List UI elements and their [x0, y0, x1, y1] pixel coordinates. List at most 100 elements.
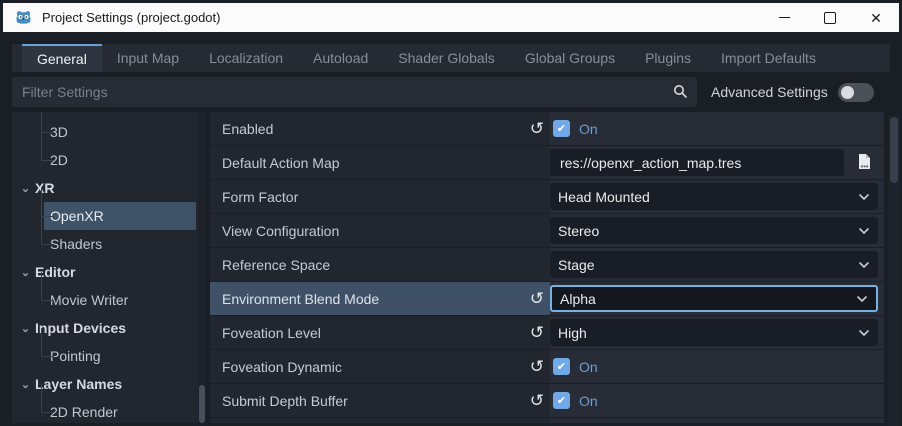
- setting-label-cell[interactable]: Submit Depth Buffer ↺: [210, 384, 550, 417]
- dropdown-reference-space[interactable]: Stage: [550, 251, 878, 278]
- maximize-button[interactable]: [807, 3, 853, 32]
- dropdown-value: Head Mounted: [558, 189, 650, 205]
- chevron-down-icon[interactable]: ⌄: [18, 266, 33, 279]
- sidebar-item-movie-writer[interactable]: Movie Writer: [12, 286, 206, 314]
- revert-icon[interactable]: ↺: [530, 120, 544, 137]
- setting-value-cell: ✔ On: [550, 384, 884, 417]
- chevron-down-icon: [858, 327, 870, 339]
- settings-row-foveation-level: Foveation Level ↺ High: [210, 316, 884, 349]
- setting-label-cell[interactable]: Foveation Level ↺: [210, 316, 550, 349]
- sidebar-item-label: Input Devices: [35, 320, 126, 336]
- tab-autoload[interactable]: Autoload: [298, 44, 383, 72]
- sidebar-item-label: Movie Writer: [50, 292, 128, 308]
- setting-label-cell[interactable]: View Configuration: [210, 214, 550, 247]
- chevron-down-icon[interactable]: ⌄: [18, 378, 33, 391]
- tab-general[interactable]: General: [22, 44, 102, 72]
- settings-row-form-factor: Form Factor Head Mounted: [210, 180, 884, 213]
- toggle-knob: [841, 86, 854, 99]
- sidebar-item-2d[interactable]: 2D: [12, 146, 206, 174]
- setting-label-cell[interactable]: Reference Space: [210, 248, 550, 281]
- chevron-down-icon[interactable]: ⌄: [18, 182, 33, 195]
- revert-icon[interactable]: ↺: [530, 358, 544, 375]
- settings-panel: Enabled↺✔OnDefault Action Mapres://openx…: [210, 112, 884, 423]
- sidebar-item-label: Shaders: [50, 236, 102, 252]
- dropdown-foveation-level[interactable]: High: [550, 319, 878, 346]
- filter-settings-input[interactable]: [12, 77, 697, 107]
- tab-input-map[interactable]: Input Map: [102, 44, 194, 72]
- minimize-button[interactable]: [761, 3, 807, 32]
- sidebar-item-2d-render[interactable]: 2D Render: [12, 398, 206, 423]
- main-scrollbar[interactable]: [888, 115, 900, 426]
- setting-label-cell[interactable]: Foveation Dynamic ↺: [210, 350, 550, 383]
- search-icon: [673, 84, 688, 99]
- checkbox-state-label: On: [579, 393, 598, 409]
- resource-file-icon: [857, 153, 872, 173]
- dropdown-view-configuration[interactable]: Stereo: [550, 217, 878, 244]
- sidebar-scrollbar[interactable]: [198, 112, 206, 423]
- tab-import-defaults[interactable]: Import Defaults: [706, 44, 831, 72]
- setting-label: Foveation Dynamic: [222, 359, 342, 375]
- maximize-icon: [824, 12, 836, 24]
- sidebar-item-shaders[interactable]: Shaders: [12, 230, 206, 258]
- setting-label: Default Action Map: [222, 155, 340, 171]
- checkbox-checked[interactable]: ✔: [553, 392, 570, 409]
- revert-icon[interactable]: ↺: [530, 324, 544, 341]
- checkbox-checked[interactable]: ✔: [553, 120, 570, 137]
- tab-global-groups[interactable]: Global Groups: [510, 44, 630, 72]
- setting-value-cell: Stage: [550, 248, 884, 281]
- checkbox-checked[interactable]: ✔: [553, 358, 570, 375]
- tab-localization[interactable]: Localization: [194, 44, 298, 72]
- filter-bar: Advanced Settings: [0, 77, 902, 107]
- revert-icon[interactable]: ↺: [530, 392, 544, 409]
- resource-file-button[interactable]: [850, 149, 878, 176]
- advanced-settings-label: Advanced Settings: [711, 84, 828, 100]
- sidebar-item-input-devices[interactable]: ⌄Input Devices: [12, 314, 206, 342]
- tab-plugins[interactable]: Plugins: [630, 44, 706, 72]
- sidebar-item-label: OpenXR: [50, 208, 104, 224]
- setting-label-cell[interactable]: Default Action Map: [210, 146, 550, 179]
- sidebar-item-label: 2D Render: [50, 404, 118, 420]
- settings-row-submit-depth-buffer: Submit Depth Buffer ↺ ✔ On: [210, 384, 884, 417]
- settings-row-view-configuration: View ConfigurationStereo: [210, 214, 884, 247]
- sidebar-item-3d[interactable]: 3D: [12, 118, 206, 146]
- main-scrollbar-thumb[interactable]: [890, 117, 898, 183]
- dropdown-environment-blend-mode[interactable]: Alpha: [550, 285, 878, 312]
- setting-label: Enabled: [222, 121, 273, 137]
- sidebar-scrollbar-thumb[interactable]: [199, 385, 205, 423]
- content-area: 3D 2D⌄XR OpenXR Shaders ⌄Editor Movie Writer ⌄…: [0, 112, 902, 423]
- chevron-down-icon[interactable]: ⌄: [18, 322, 33, 335]
- chevron-down-icon: [856, 293, 868, 305]
- window-controls: ✕: [761, 3, 899, 32]
- settings-row-default-action-map: Default Action Map res://openxr_action_ma…: [210, 146, 884, 179]
- sidebar-item-openxr[interactable]: OpenXR: [44, 202, 196, 230]
- tab-shader-globals[interactable]: Shader Globals: [383, 44, 510, 72]
- settings-row-reference-space: Reference Space Stage: [210, 248, 884, 281]
- setting-label: Submit Depth Buffer: [222, 393, 348, 409]
- close-icon: ✕: [870, 11, 882, 25]
- sidebar-item-editor[interactable]: ⌄Editor: [12, 258, 206, 286]
- setting-label-cell[interactable]: Startup Alert↺: [210, 418, 550, 423]
- setting-label-cell[interactable]: Form Factor: [210, 180, 550, 213]
- close-button[interactable]: ✕: [853, 3, 899, 32]
- sidebar-item-label: 3D: [50, 124, 68, 140]
- dropdown-value: Alpha: [560, 291, 596, 307]
- checkbox-state-label: On: [579, 121, 598, 137]
- advanced-settings-toggle[interactable]: [838, 83, 874, 102]
- sidebar-item-layer-names[interactable]: ⌄Layer Names: [12, 370, 206, 398]
- dropdown-form-factor[interactable]: Head Mounted: [550, 183, 878, 210]
- sidebar-item-pointing[interactable]: Pointing: [12, 342, 206, 370]
- revert-icon[interactable]: ↺: [530, 290, 544, 307]
- setting-label-cell[interactable]: Environment Blend Mode↺: [210, 282, 550, 315]
- resource-path-field[interactable]: res://openxr_action_map.tres: [550, 149, 844, 176]
- setting-label-cell[interactable]: Enabled ↺: [210, 112, 550, 145]
- sidebar-item-label: Pointing: [50, 348, 101, 364]
- setting-value-cell: ✔On: [550, 418, 884, 423]
- setting-value-cell: High: [550, 316, 884, 349]
- setting-value-cell: res://openxr_action_map.tres: [550, 146, 884, 179]
- dropdown-value: Stage: [558, 257, 595, 273]
- sidebar-item-xr[interactable]: ⌄XR: [12, 174, 206, 202]
- dropdown-value: High: [558, 325, 587, 341]
- setting-label: Foveation Level: [222, 325, 321, 341]
- window-title: Project Settings (project.godot): [42, 10, 220, 25]
- setting-value-cell: Head Mounted: [550, 180, 884, 213]
